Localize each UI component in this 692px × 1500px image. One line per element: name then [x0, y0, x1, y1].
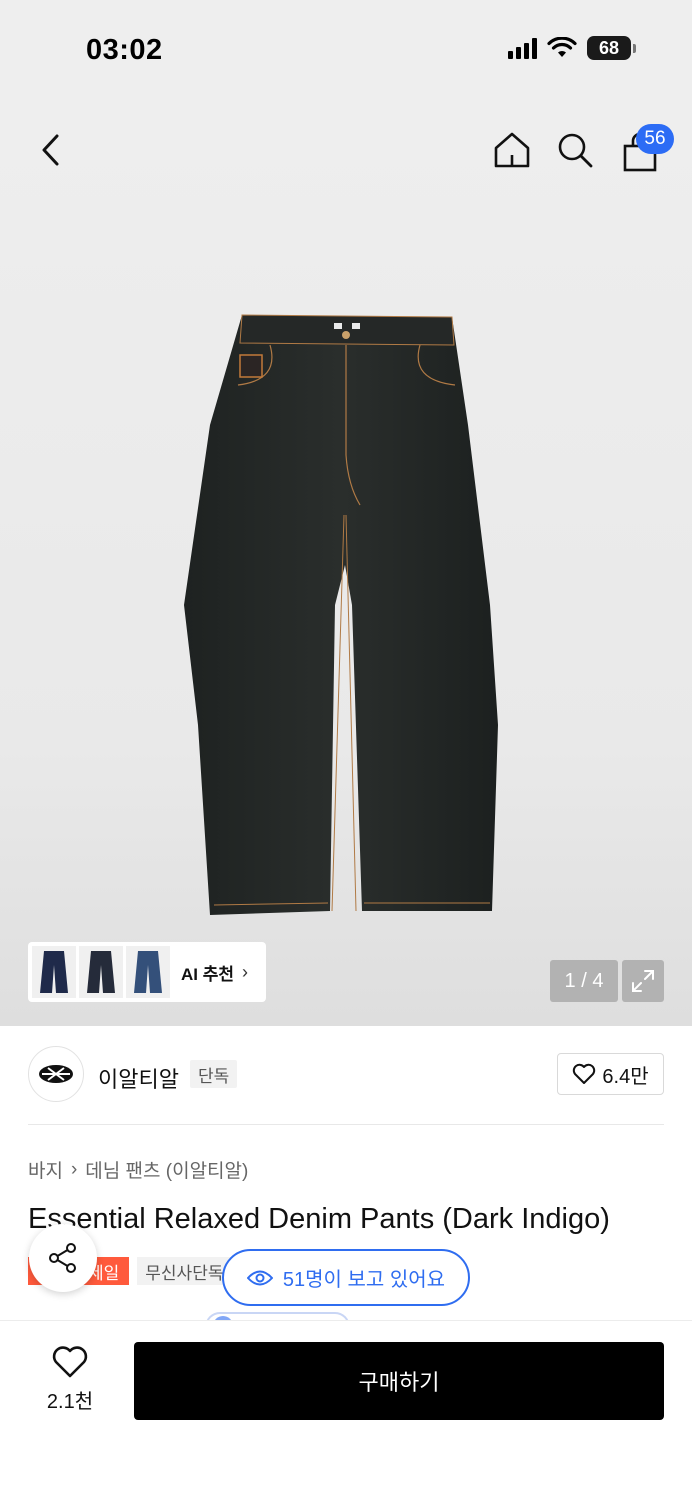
divider	[28, 1124, 664, 1125]
breadcrumb: 바지 › 데님 팬츠 (이알티알)	[28, 1156, 248, 1183]
wishlist-count: 2.1천	[46, 1391, 94, 1413]
ai-recommend-label: AI 추천	[181, 964, 235, 984]
wishlist-button[interactable]: 2.1천	[30, 1345, 110, 1415]
chevron-right-icon: ›	[70, 1158, 78, 1180]
heart-icon	[52, 1346, 88, 1378]
product-title: Essential Relaxed Denim Pants (Dark Indi…	[28, 1203, 610, 1235]
thumbnail-3[interactable]	[126, 946, 170, 998]
cart-count-badge: 56	[636, 124, 674, 154]
ai-recommendation-strip[interactable]: AI 추천 ›	[28, 942, 266, 1002]
breadcrumb-subcategory[interactable]: 데님 팬츠 (이알티알)	[85, 1156, 248, 1183]
share-icon	[49, 1243, 76, 1273]
share-button[interactable]	[29, 1224, 97, 1292]
eye-icon	[246, 1270, 273, 1285]
thumbnail-1[interactable]	[32, 946, 76, 998]
battery-level: 68	[587, 36, 631, 60]
exclusive-tag: 단독	[190, 1060, 238, 1088]
expand-icon	[632, 970, 654, 992]
page-indicator: 1 / 4	[550, 960, 618, 1002]
thumbnail-2[interactable]	[79, 946, 123, 998]
brand-name[interactable]: 이알티알	[98, 1062, 179, 1094]
brand-logo[interactable]	[28, 1046, 84, 1102]
home-icon	[494, 132, 530, 168]
chevron-left-icon	[42, 134, 59, 166]
chevron-right-icon: ›	[242, 961, 249, 982]
search-button[interactable]	[555, 130, 595, 170]
battery-icon: 68	[587, 36, 636, 60]
brand-logo-icon	[39, 1065, 73, 1083]
product-photo	[184, 314, 498, 915]
brand-row: 이알티알 단독 6.4만	[28, 1046, 664, 1104]
home-button[interactable]	[492, 130, 532, 170]
heart-icon	[573, 1063, 596, 1084]
status-time: 03:02	[86, 34, 163, 66]
buy-button[interactable]: 구매하기	[134, 1342, 664, 1420]
back-button[interactable]	[30, 130, 70, 170]
musinsa-exclusive-tag: 무신사단독	[137, 1257, 232, 1285]
viewers-text: 51명이 보고 있어요	[282, 1269, 446, 1291]
viewers-count-pill: 51명이 보고 있어요	[222, 1249, 470, 1306]
search-icon	[558, 133, 593, 168]
cellular-signal-icon	[508, 37, 537, 59]
brand-like-count: 6.4만	[602, 1065, 649, 1088]
expand-button[interactable]	[622, 960, 664, 1002]
wifi-icon	[547, 37, 577, 57]
brand-like-button[interactable]: 6.4만	[557, 1053, 664, 1095]
bottom-action-bar: 2.1천 구매하기	[0, 1320, 692, 1500]
product-image-gallery[interactable]: 56 AI 추천 › 1 / 4	[0, 100, 692, 1026]
status-bar: 03:02 68	[0, 0, 692, 100]
status-icons: 68	[508, 36, 636, 60]
breadcrumb-category[interactable]: 바지	[28, 1156, 63, 1183]
